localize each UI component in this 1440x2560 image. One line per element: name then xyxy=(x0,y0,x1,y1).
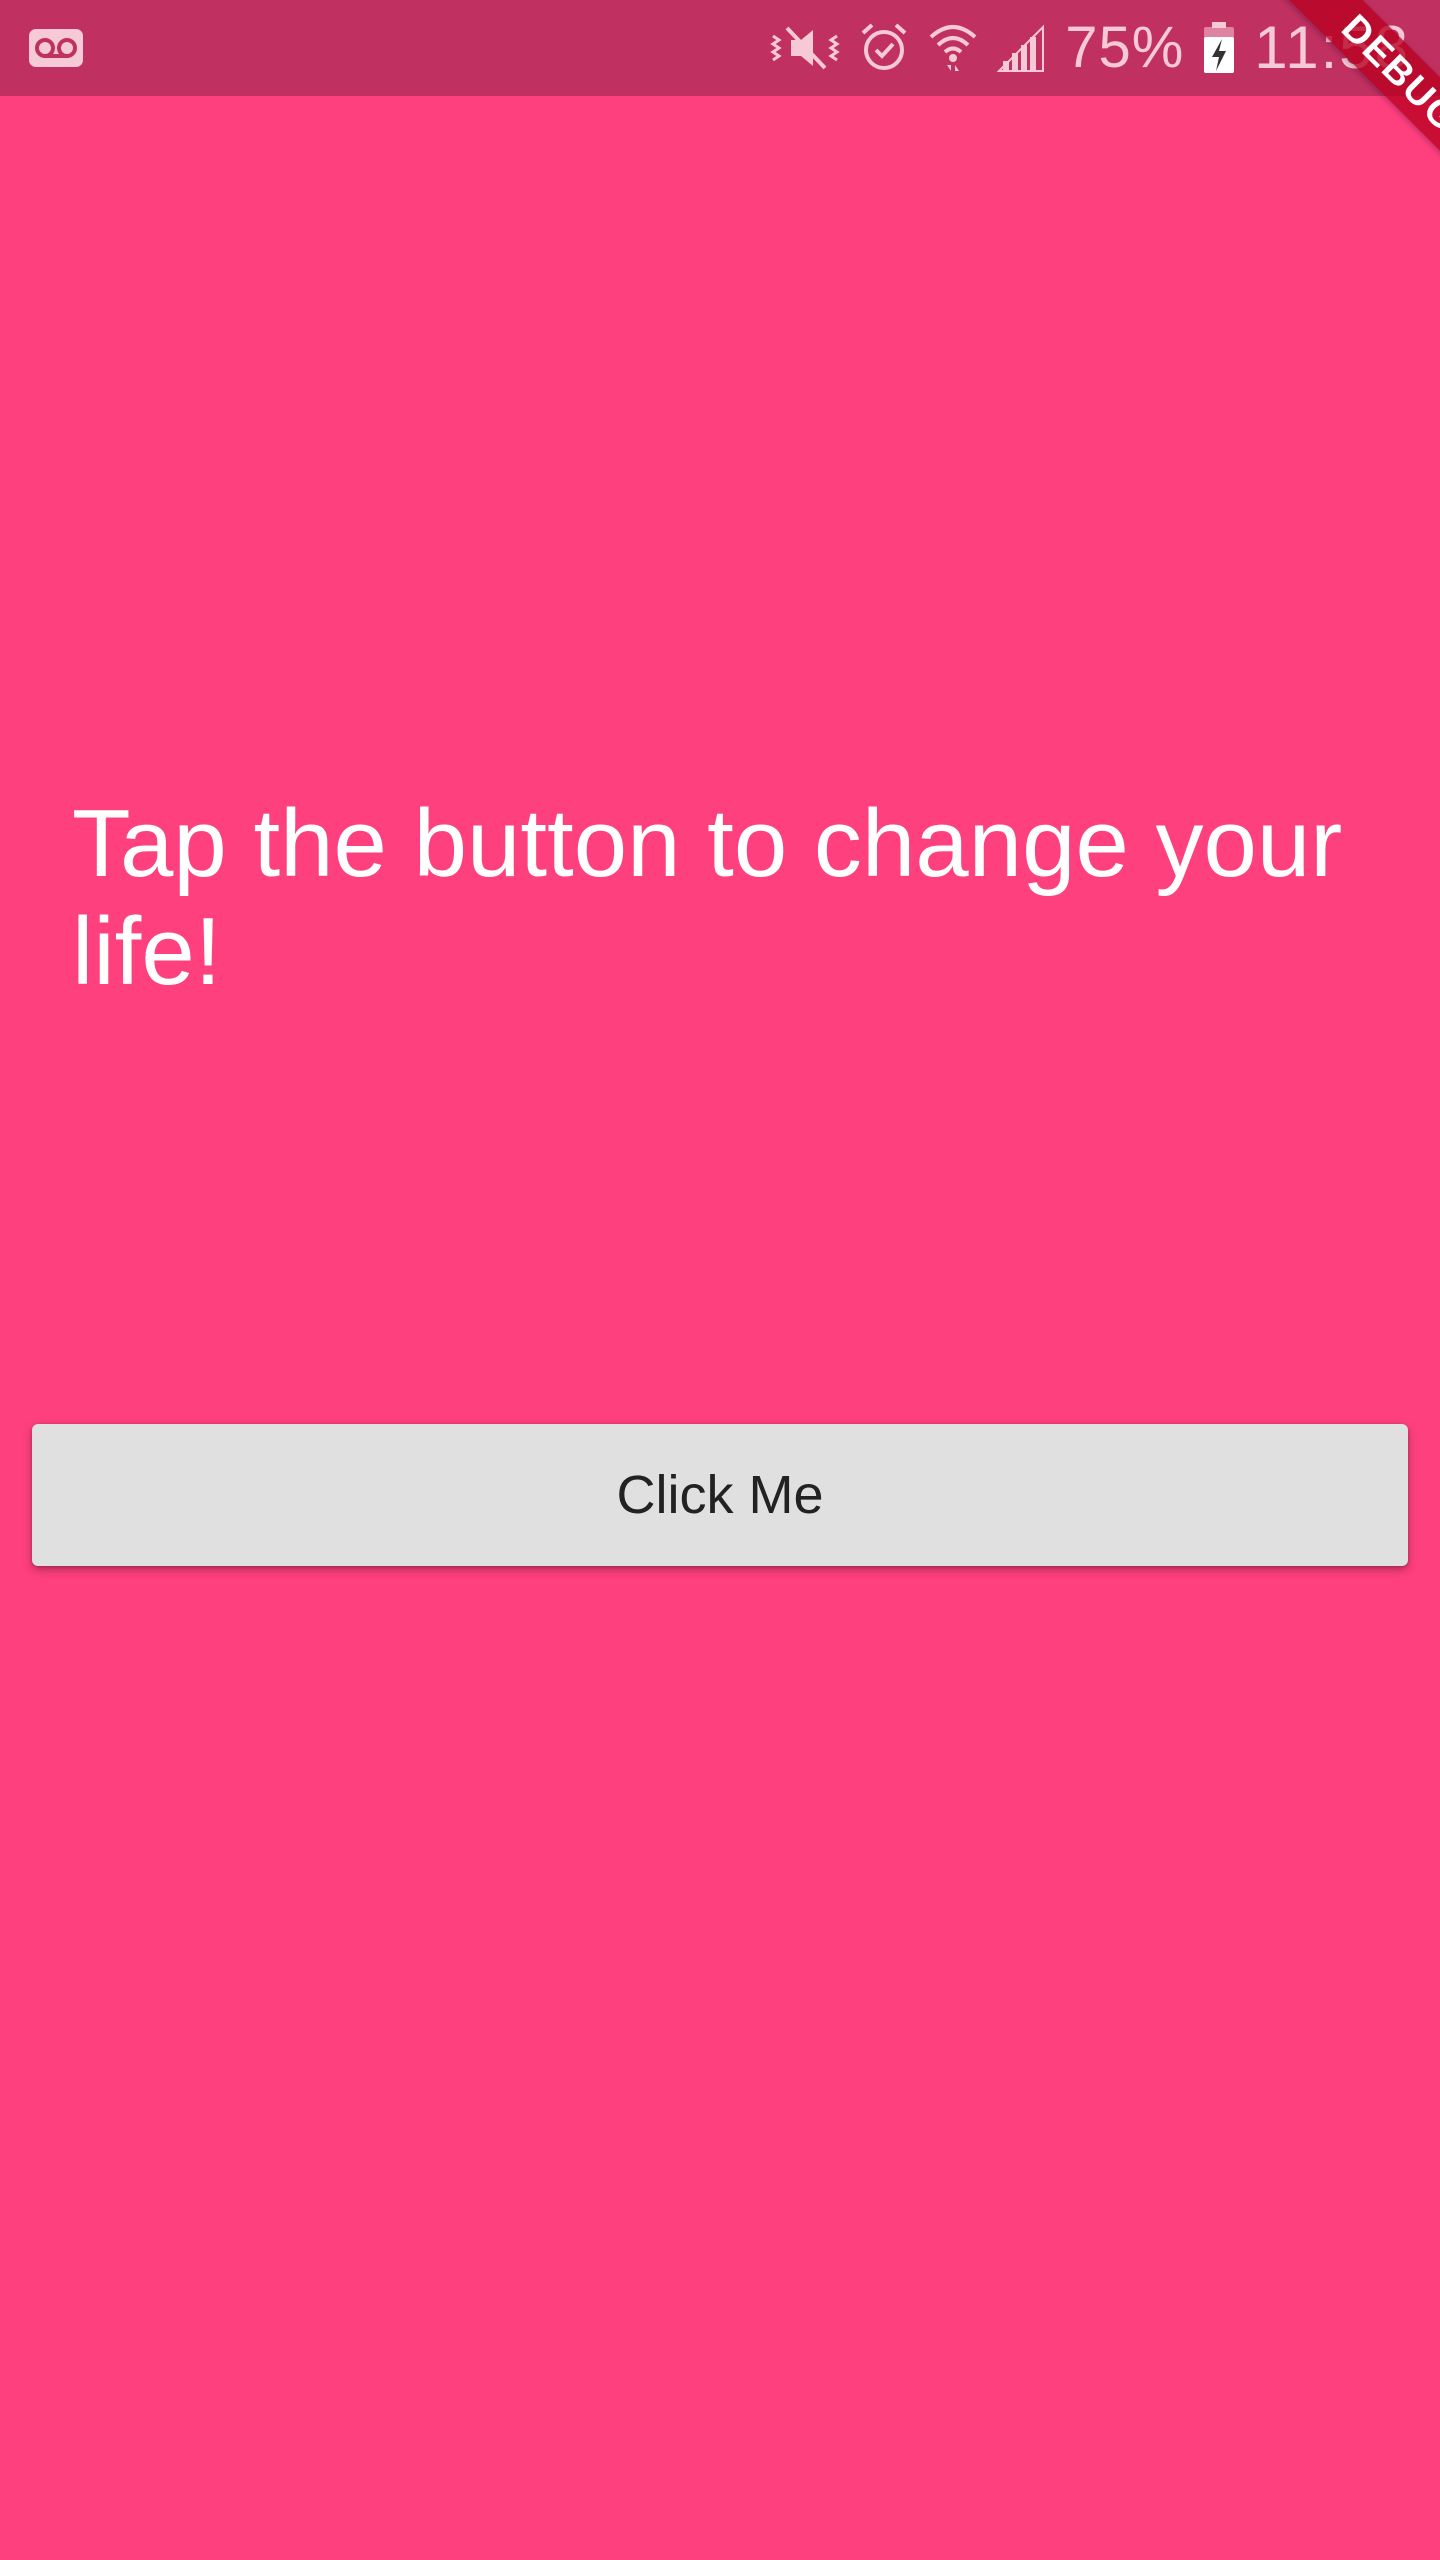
alarm-icon xyxy=(861,23,907,70)
signal-icon xyxy=(997,24,1045,72)
voicemail-icon xyxy=(29,29,83,67)
battery-charging-icon xyxy=(1204,22,1235,73)
click-me-button[interactable]: Click Me xyxy=(32,1424,1408,1566)
vibrate-mute-icon xyxy=(770,26,840,70)
status-bar: 75% 11:58 xyxy=(0,0,1440,96)
wifi-icon xyxy=(929,25,977,71)
app-screen: 75% 11:58 DEBUG Tap the button to change… xyxy=(0,0,1440,2560)
headline-text: Tap the button to change your life! xyxy=(72,790,1343,1005)
status-time: 11:58 xyxy=(1254,14,1410,81)
status-right-group: 75% 11:58 xyxy=(769,0,1410,96)
battery-percent: 75% xyxy=(1065,15,1185,80)
